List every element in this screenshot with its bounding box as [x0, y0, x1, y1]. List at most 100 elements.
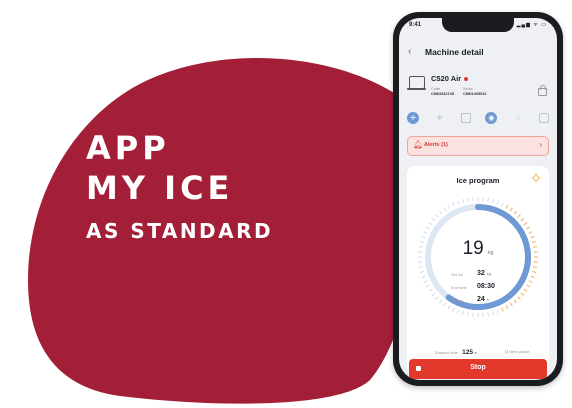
stop-button[interactable]: Stop [409, 359, 547, 379]
machine-serial: Serial CMD1005032 [463, 87, 486, 97]
status-dot [464, 77, 469, 82]
laptop-machine-icon [407, 76, 426, 90]
gauge-tick [423, 231, 428, 234]
alerts-bar[interactable]: 🔔︎ Alerts (1) › [407, 136, 549, 156]
set-ice-row: Set ice 32 kg [451, 270, 511, 277]
next-phase-label: Next phase [509, 349, 530, 354]
gauge-tick [492, 310, 494, 316]
gauge-tick [431, 292, 436, 296]
gauge-tick [509, 302, 513, 307]
gauge-tick [496, 200, 499, 205]
back-chevron-icon[interactable]: ‹ [408, 46, 411, 57]
gauge-tick [523, 222, 528, 226]
gauge-tick [523, 288, 528, 292]
next-phase[interactable]: ⟨⟩ Next phase [505, 349, 529, 354]
gauge-tick [501, 307, 504, 312]
set-ice-value: 32 [477, 270, 485, 277]
gauge-tick [439, 210, 443, 215]
card-title: Ice program [456, 176, 500, 185]
headline-app: APP [86, 129, 170, 167]
bell-icon: 🔔︎ [413, 140, 424, 149]
gauge-tick [517, 214, 521, 218]
code-label: Code [431, 87, 441, 91]
gauge-tick [467, 312, 469, 317]
gauge-tick [531, 271, 537, 273]
gauge-tick [487, 312, 489, 317]
status-icons: ▂▄▆ ᯤ ▭ [516, 22, 547, 28]
elapsed-label: Elapsed time [435, 350, 459, 355]
tool-icon-row: ✛ ✢ ◉ ○ [407, 110, 549, 126]
gauge-tick [520, 292, 525, 296]
gauge-tick [457, 309, 460, 314]
chevron-right-icon: › [539, 140, 542, 149]
gauge-tick [452, 307, 455, 312]
gauge-tick [443, 302, 447, 307]
gauge-tick [457, 200, 460, 205]
production-value: 19 [462, 238, 484, 259]
ice-program-card: Ice program 19 kg Set ice 32 kg End time… [407, 166, 549, 374]
grid-icon[interactable] [460, 113, 471, 123]
set-ice-label: Set ice [451, 272, 464, 277]
gauge-tick [513, 210, 517, 215]
end-time-label: End time [451, 285, 467, 290]
search-icon[interactable]: ○ [512, 112, 524, 124]
gauge-tick [428, 222, 433, 226]
alerts-label: Alerts (1) [424, 142, 448, 148]
gauge-tick [528, 231, 533, 234]
gauge-tick [520, 218, 525, 222]
gauge-tick [452, 202, 455, 207]
production-readout: 19 kg [407, 238, 549, 260]
sun-icon [531, 173, 541, 183]
period-unit: h [486, 297, 489, 302]
gauge-tick [418, 266, 423, 268]
elapsed-time: Elapsed time 125 m [435, 349, 477, 356]
phone-screen: 9:41 ▂▄▆ ᯤ ▭ ‹ Machine detail C520 Air C… [399, 18, 557, 380]
serial-value: CMD1005032 [463, 92, 487, 96]
next-phase-icon: ⟨⟩ [505, 349, 509, 354]
gauge-tick [467, 197, 469, 202]
list-icon[interactable] [538, 113, 549, 123]
lock-icon[interactable] [538, 85, 547, 96]
gauge-tick [435, 296, 439, 300]
top-bar: ‹ Machine detail [399, 44, 557, 64]
gauge-tick [528, 280, 533, 283]
gauge-tick [526, 226, 531, 230]
elapsed-value: 125 [462, 349, 473, 356]
set-ice-unit: kg [486, 271, 491, 276]
gauge-tick [487, 197, 489, 202]
gauge-tick [431, 218, 436, 222]
screen-title: Machine detail [425, 47, 484, 57]
ice-program-icon[interactable]: ◉ [485, 112, 498, 124]
gauge-tick [496, 309, 499, 314]
gauge-tick [462, 198, 464, 204]
headline-as-standard: AS STANDARD [86, 219, 274, 243]
gauge-tick [492, 198, 494, 204]
machine-name-label: C520 Air [431, 74, 462, 83]
gauge-tick [425, 226, 430, 230]
gauge-tick [505, 305, 509, 310]
gauge-tick [443, 207, 447, 212]
machine-code: Code CM633321V8 [431, 87, 454, 97]
phone-notch [442, 18, 514, 32]
period-row: Period 24 h [451, 296, 511, 303]
move-icon[interactable]: ✢ [434, 112, 446, 124]
period-value: 24 [477, 296, 485, 303]
gauge-tick [533, 266, 538, 268]
period-label: Period [451, 298, 463, 303]
elapsed-unit: m [474, 351, 478, 355]
crosshair-icon[interactable]: ✛ [407, 112, 419, 124]
machine-name: C520 Air [431, 74, 469, 83]
end-time-value: 08:30 [477, 283, 495, 290]
gauge-tick [428, 288, 433, 292]
gauge-tick [505, 204, 509, 209]
gauge-tick [530, 275, 535, 278]
gauge-tick [501, 202, 504, 207]
gauge-tick [419, 271, 425, 273]
production-unit: kg [488, 250, 494, 256]
gauge-tick [513, 299, 517, 304]
gauge-tick [447, 305, 451, 310]
code-value: CM633321V8 [431, 92, 455, 96]
phone-mockup: 9:41 ▂▄▆ ᯤ ▭ ‹ Machine detail C520 Air C… [393, 12, 563, 386]
serial-label: Serial [463, 87, 473, 91]
stop-label: Stop [470, 364, 486, 371]
